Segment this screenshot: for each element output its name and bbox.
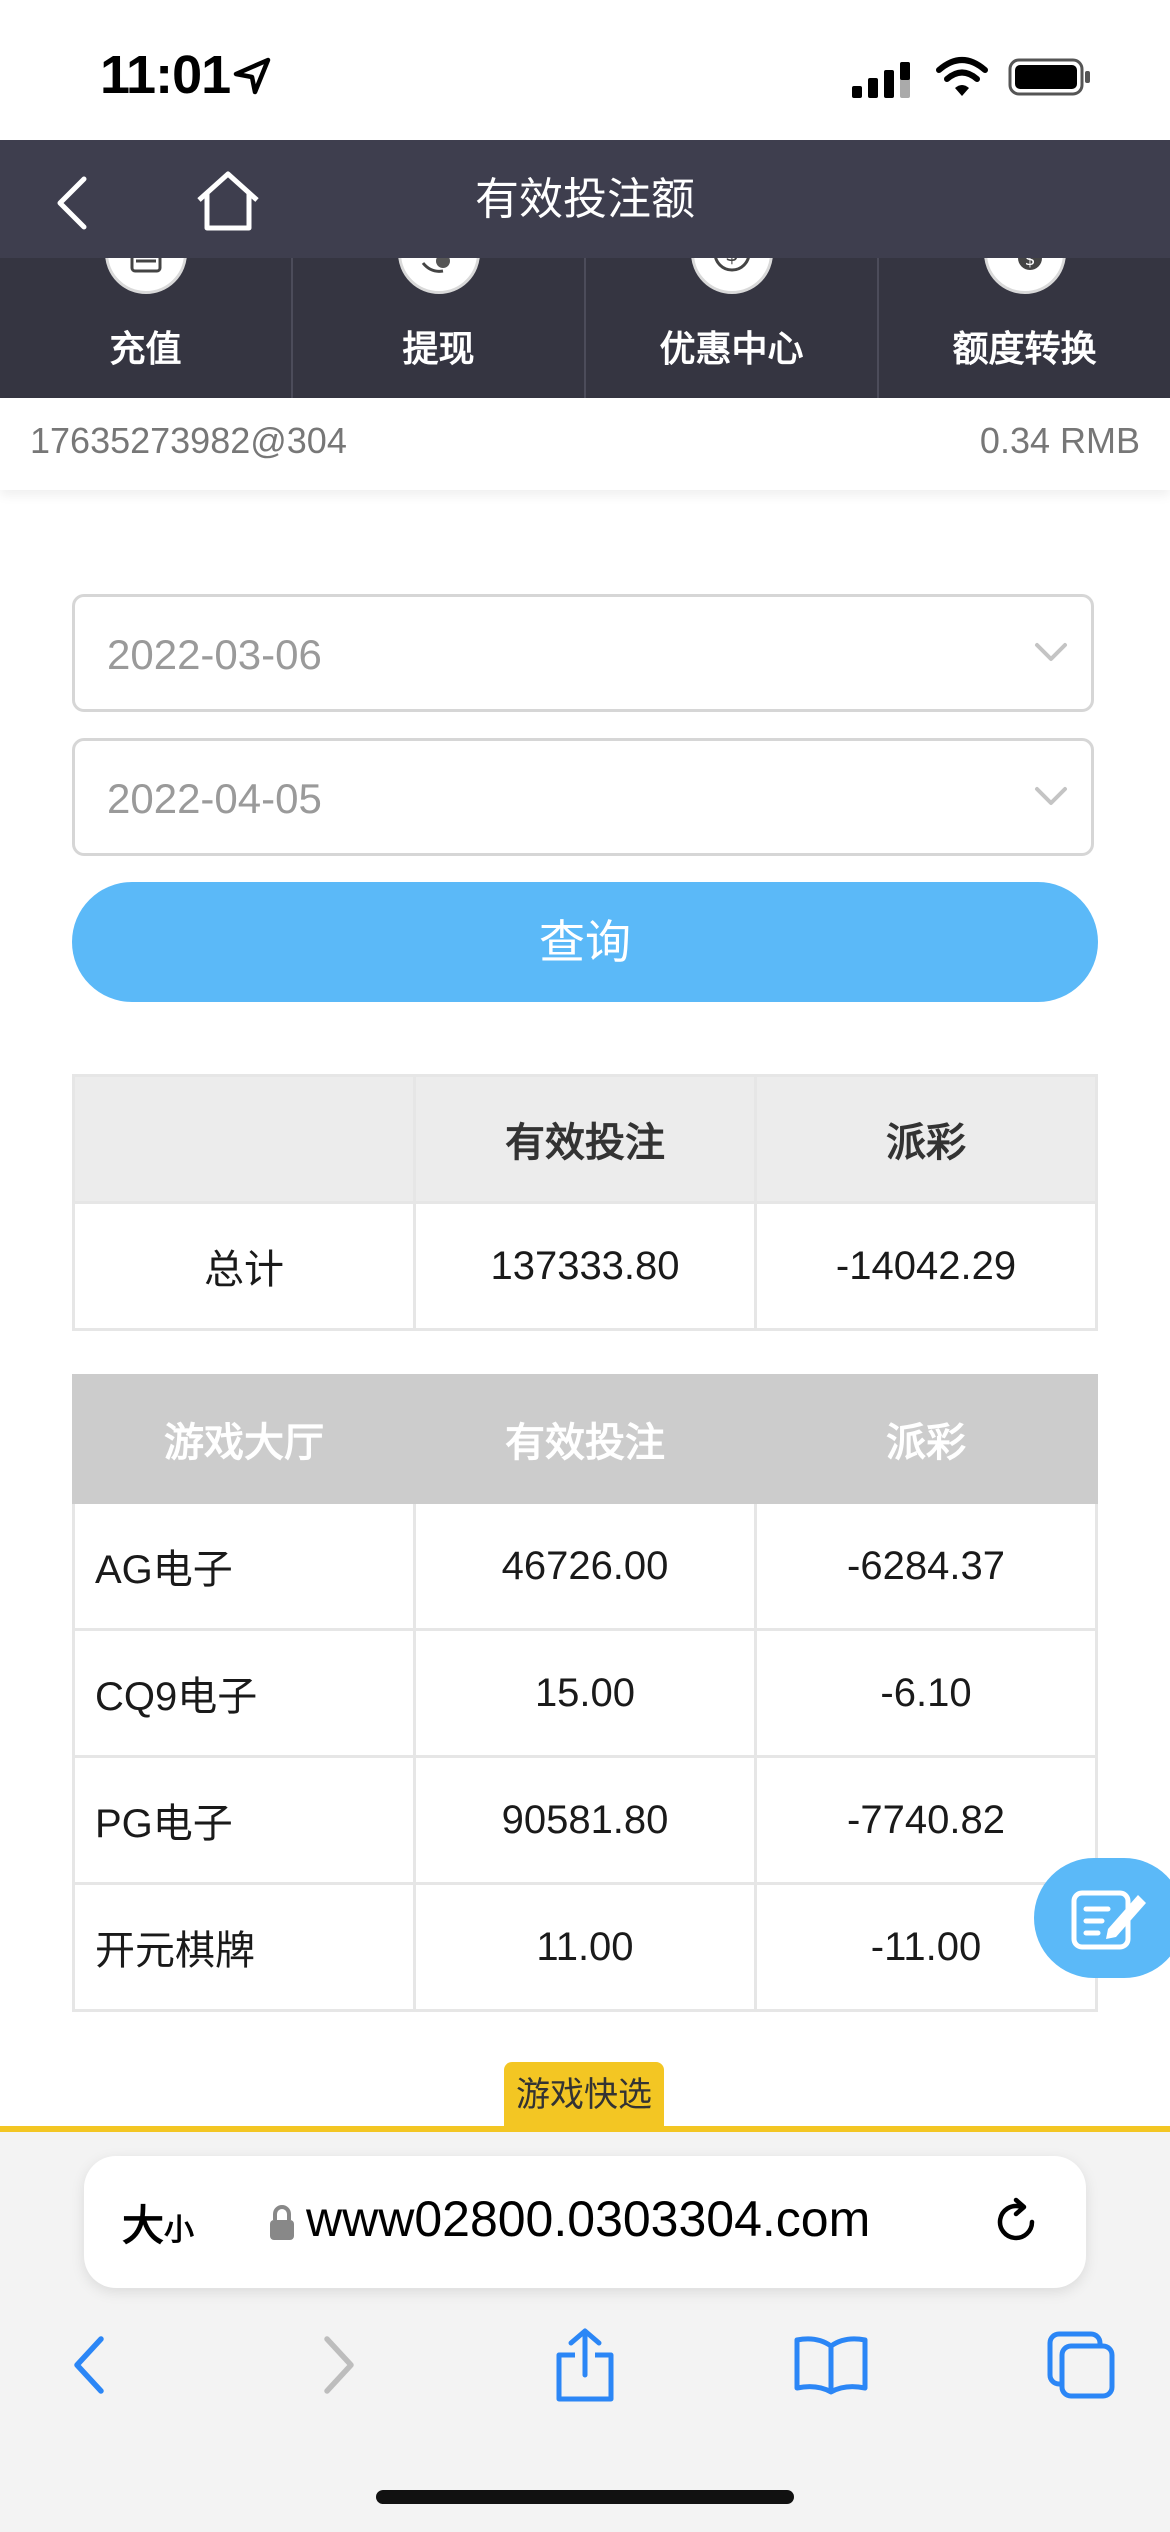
valid-bet-value: 11.00 [413, 1882, 757, 2012]
quick-actions-bar: 充值 提现 $ 优惠中心 $ 额度转换 [0, 258, 1170, 398]
header-valid-bet: 有效投注 [413, 1374, 757, 1504]
game-hall-name: PG电子 [72, 1755, 416, 1885]
total-payout: -14042.29 [754, 1201, 1098, 1331]
start-date-value: 2022-03-06 [107, 631, 322, 678]
account-id: 17635273982@304 [30, 420, 347, 461]
battery-icon [1008, 58, 1090, 96]
chevron-down-icon [1035, 643, 1067, 661]
wifi-icon [936, 57, 988, 96]
tabs-button[interactable] [1036, 2320, 1126, 2410]
promotions-label: 优惠中心 [659, 328, 804, 369]
browser-forward-button[interactable] [294, 2320, 384, 2410]
location-arrow-icon [233, 57, 271, 95]
payout-value: -7740.82 [754, 1755, 1098, 1885]
payout-value: -6.10 [754, 1628, 1098, 1758]
table-row: PG电子 90581.80 -7740.82 [72, 1755, 1098, 1885]
summary-table: 有效投注 派彩 总计 137333.80 -14042.29 [72, 1074, 1098, 1331]
card-icon [104, 258, 187, 294]
table-row: AG电子 46726.00 -6284.37 [72, 1501, 1098, 1631]
query-button[interactable]: 查询 [72, 882, 1098, 1002]
tabs-icon [1047, 2331, 1115, 2399]
chevron-right-icon [324, 2336, 354, 2394]
transfer-label: 额度转换 [952, 328, 1097, 369]
bookmarks-button[interactable] [786, 2320, 876, 2410]
game-hall-table: 游戏大厅 有效投注 派彩 AG电子 46726.00 -6284.37 CQ9电… [72, 1374, 1098, 2012]
chevron-left-icon [74, 2336, 104, 2394]
text-size-big: 大 [122, 2202, 165, 2249]
reload-icon [997, 2197, 1035, 2241]
total-label: 总计 [72, 1201, 416, 1331]
chevron-down-icon [1035, 787, 1067, 805]
game-hall-name: CQ9电子 [72, 1628, 416, 1758]
status-time: 11:01 [100, 45, 231, 105]
svg-text:$: $ [725, 258, 739, 267]
cellular-signal-icon [852, 62, 910, 98]
exchange-coin-icon: $ [983, 258, 1066, 294]
floating-edit-button[interactable] [1034, 1858, 1170, 1978]
end-date-select[interactable]: 2022-04-05 [72, 738, 1094, 856]
header-payout: 派彩 [754, 1374, 1098, 1504]
withdraw-button[interactable]: 提现 [293, 258, 586, 398]
valid-bet-value: 15.00 [413, 1628, 757, 1758]
recharge-label: 充值 [109, 328, 182, 369]
svg-text:$: $ [1024, 258, 1035, 270]
lock-icon [270, 2205, 294, 2240]
table-row: 开元棋牌 11.00 -11.00 [72, 1882, 1098, 2012]
share-icon [556, 2328, 614, 2402]
summary-header-row: 有效投注 派彩 [72, 1074, 1098, 1204]
reload-button[interactable] [990, 2196, 1042, 2253]
detail-header-row: 游戏大厅 有效投注 派彩 [72, 1374, 1098, 1504]
text-size-small: 小 [164, 2214, 195, 2247]
recharge-button[interactable]: 充值 [0, 258, 293, 398]
home-indicator [376, 2490, 794, 2504]
text-size-button[interactable]: 大小 [122, 2192, 194, 2253]
game-hall-name: AG电子 [72, 1501, 416, 1631]
payout-value: -6284.37 [754, 1501, 1098, 1631]
withdraw-label: 提现 [402, 328, 475, 369]
game-quick-select-tab[interactable]: 游戏快选 [504, 2062, 664, 2128]
url-text[interactable]: www02800.0303304.com [306, 2190, 870, 2248]
transfer-button[interactable]: $ 额度转换 [879, 258, 1170, 398]
share-button[interactable] [540, 2320, 630, 2410]
summary-header-blank [72, 1074, 416, 1204]
summary-header-payout: 派彩 [754, 1074, 1098, 1204]
header-game-hall: 游戏大厅 [72, 1374, 416, 1504]
account-balance: 0.34 RMB [979, 420, 1140, 461]
start-date-select[interactable]: 2022-03-06 [72, 594, 1094, 712]
table-row: CQ9电子 15.00 -6.10 [72, 1628, 1098, 1758]
valid-bet-value: 90581.80 [413, 1755, 757, 1885]
total-valid-bet: 137333.80 [413, 1201, 757, 1331]
summary-total-row: 总计 137333.80 -14042.29 [72, 1201, 1098, 1331]
edit-note-icon [1071, 1890, 1146, 1950]
end-date-value: 2022-04-05 [107, 775, 322, 822]
hand-coin-icon [397, 258, 480, 294]
summary-header-valid-bet: 有效投注 [413, 1074, 757, 1204]
promotions-button[interactable]: $ 优惠中心 [586, 258, 879, 398]
valid-bet-value: 46726.00 [413, 1501, 757, 1631]
dollar-coin-icon: $ [690, 258, 773, 294]
open-book-icon [794, 2336, 868, 2395]
browser-back-button[interactable] [44, 2320, 134, 2410]
game-hall-name: 开元棋牌 [72, 1882, 416, 2012]
page-title: 有效投注额 [475, 175, 695, 224]
